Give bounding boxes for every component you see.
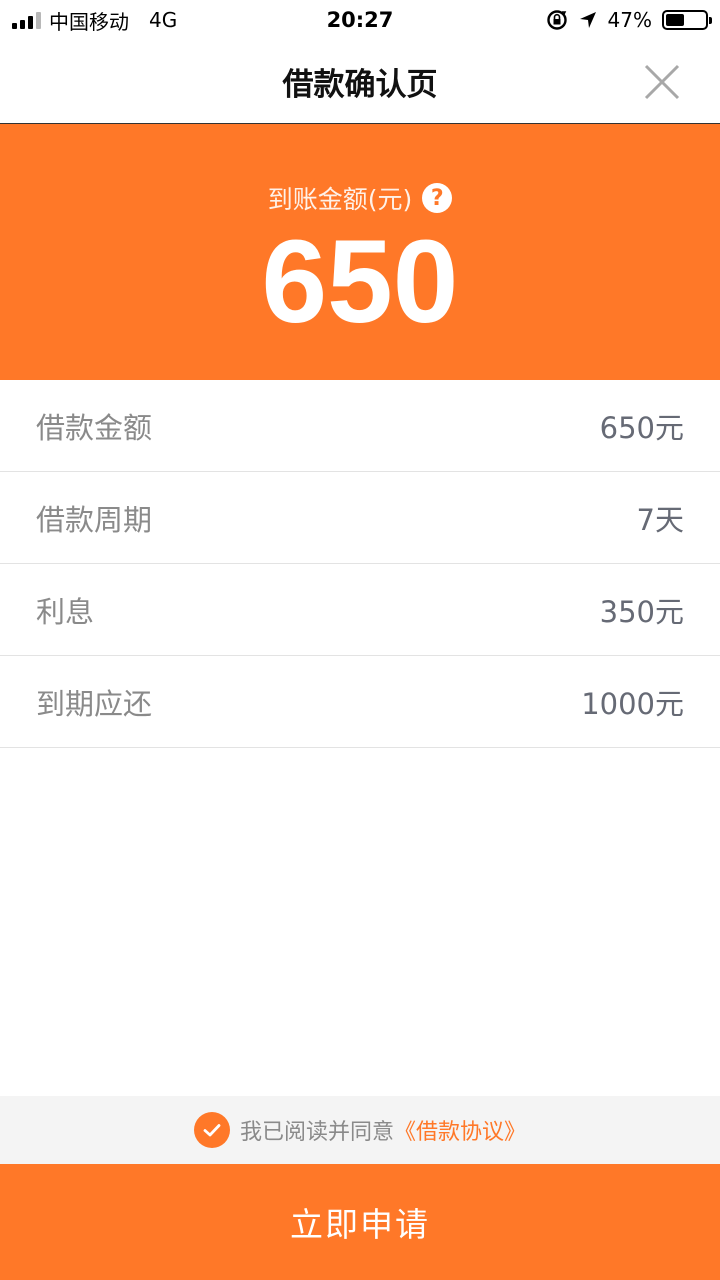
battery-percent: 47% [607, 8, 652, 32]
detail-value: 650元 [599, 410, 684, 445]
nav-bar: 借款确认页 [0, 40, 720, 124]
detail-row-interest: 利息 350元 [0, 564, 720, 656]
carrier-name: 中国移动 [49, 9, 129, 34]
detail-row-due-amount: 到期应还 1000元 [0, 656, 720, 748]
rotation-lock-icon [546, 10, 567, 30]
apply-now-button[interactable]: 立即申请 [0, 1164, 720, 1280]
received-amount-panel: 到账金额(元) ? 650 [0, 124, 720, 380]
detail-row-loan-period: 借款周期 7天 [0, 472, 720, 564]
detail-value: 7天 [636, 502, 684, 537]
detail-label: 借款周期 [36, 502, 153, 537]
received-amount-value: 650 [261, 216, 459, 348]
received-amount-label: 到账金额(元) [267, 185, 413, 214]
agreement-bar: 我已阅读并同意《借款协议》 [0, 1096, 720, 1164]
agreement-statement: 我已阅读并同意 [239, 1120, 394, 1145]
status-right: 47% [546, 8, 712, 32]
battery-icon [662, 10, 712, 30]
agreement-checkbox[interactable] [193, 1112, 230, 1148]
detail-row-loan-amount: 借款金额 650元 [0, 380, 720, 472]
agreement-link[interactable]: 《借款协议》 [394, 1120, 526, 1145]
detail-label: 借款金额 [36, 410, 153, 445]
page-title: 借款确认页 [282, 67, 438, 103]
close-icon[interactable] [640, 60, 684, 104]
detail-label: 到期应还 [36, 686, 153, 721]
location-arrow-icon [579, 12, 596, 28]
signal-icon [12, 11, 41, 29]
loan-details: 借款金额 650元 借款周期 7天 利息 350元 到期应还 1000元 [0, 380, 720, 748]
help-icon[interactable]: ? [422, 183, 453, 213]
agreement-text: 我已阅读并同意《借款协议》 [240, 1114, 526, 1146]
status-left: 中国移动 4G [12, 6, 177, 35]
detail-label: 利息 [36, 594, 95, 629]
check-icon [203, 1124, 221, 1137]
network-type: 4G [149, 8, 178, 32]
battery-fill [666, 14, 684, 26]
detail-value: 350元 [599, 594, 684, 629]
status-bar: 中国移动 4G 20:27 47% [0, 0, 720, 40]
detail-value: 1000元 [581, 686, 684, 721]
received-amount-label-row: 到账金额(元) ? [0, 180, 720, 216]
